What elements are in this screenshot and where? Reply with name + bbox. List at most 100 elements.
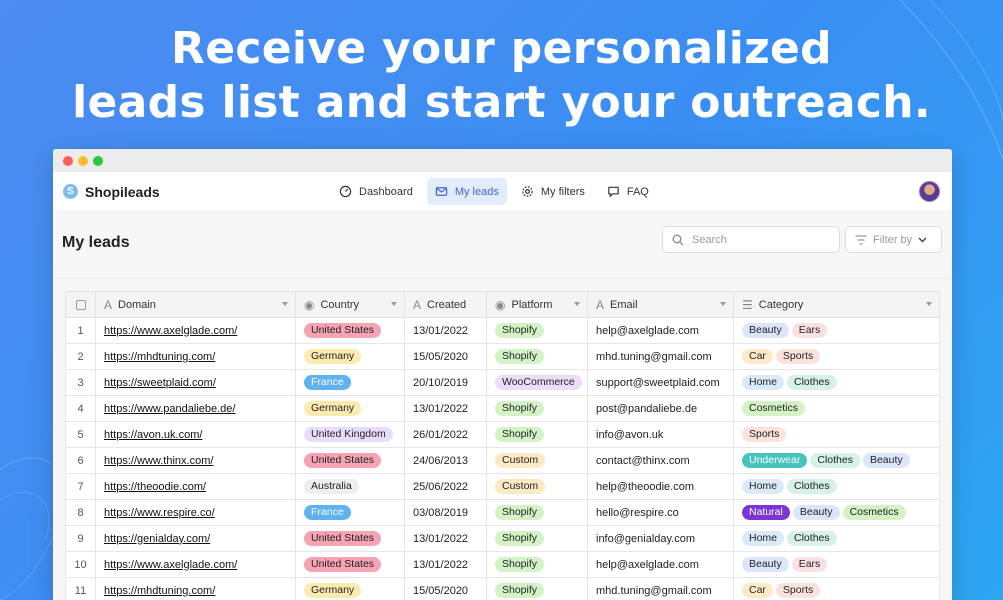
close-window-button[interactable] [63,155,73,166]
caret-down-icon[interactable] [282,302,288,306]
table-row[interactable]: 10 https://www.axelglade.com/United State… [65,551,940,578]
tag: Germany [304,349,362,364]
tag: Ears [791,323,828,338]
domain-link[interactable]: https://www.thinx.com/ [104,455,213,467]
tag: Clothes [810,453,860,468]
row-number: 4 [65,395,96,422]
tag: Clothes [787,479,837,494]
domain-link[interactable]: https://genialday.com/ [104,533,210,545]
page-header: My leads Search Filter by [53,212,952,279]
table-row[interactable]: 7 https://theoodie.com/Australia 25/06/202… [65,473,940,500]
domain-cell: https://avon.uk.com/ [95,421,296,448]
nav-item-dashboard[interactable]: Dashboard [331,178,421,205]
platform-cell: Custom [486,473,588,500]
created-cell: 24/06/2013 [404,447,487,474]
table-row[interactable]: 2 https://mhdtuning.com/Germany 15/05/2020… [65,343,940,370]
select-all-checkbox[interactable] [75,299,86,310]
tag: Clothes [787,375,837,390]
category-cell: Car Sports [733,577,940,600]
caret-down-icon[interactable] [926,302,932,306]
row-number: 3 [65,369,96,396]
top-navbar: S Shopileads Dashboard My leads My filte… [53,172,952,212]
search-input[interactable]: Search [662,226,840,253]
table-row[interactable]: 9 https://genialday.com/United States 13/0… [65,525,940,552]
tag: Beauty [742,323,789,338]
country-cell: France [295,499,405,526]
user-avatar[interactable] [919,181,940,202]
nav-item-faq[interactable]: FAQ [599,178,657,205]
nav-item-my-filters[interactable]: My filters [513,178,593,205]
domain-cell: https://www.pandaliebe.de/ [95,395,296,422]
chat-icon [608,186,619,198]
column-header-email[interactable]: A Email [587,291,734,318]
select-all-header[interactable] [65,291,96,318]
category-cell: Underwear Clothes Beauty [733,447,940,474]
category-cell: Home Clothes [733,473,940,500]
row-number: 8 [65,499,96,526]
tag: Car [742,583,773,598]
tag: Custom [495,479,546,494]
caret-down-icon[interactable] [720,302,726,306]
category-cell: Sports [733,421,940,448]
nav-item-my-leads[interactable]: My leads [426,178,507,205]
brand-name: Shopileads [85,183,160,200]
row-number: 5 [65,421,96,448]
column-header-created[interactable]: A Created [404,291,487,318]
multi-select-field-icon: ☰ [742,297,753,312]
table-row[interactable]: 6 https://www.thinx.com/United States 24/0… [65,447,940,474]
domain-link[interactable]: https://www.axelglade.com/ [104,325,237,337]
domain-link[interactable]: https://www.respire.co/ [104,507,215,519]
domain-link[interactable]: https://sweetplaid.com/ [104,377,216,389]
domain-cell: https://theoodie.com/ [95,473,296,500]
country-cell: United States [295,525,405,552]
column-header-domain[interactable]: A Domain [95,291,296,318]
table-row[interactable]: 8 https://www.respire.co/France 03/08/2019… [65,499,940,526]
platform-cell: Shopify [486,395,588,422]
category-cell: Beauty Ears [733,317,940,344]
column-header-country[interactable]: ◉ Country [295,291,405,318]
tag: Sports [775,349,821,364]
tag: Home [742,479,785,494]
tag: Home [742,375,785,390]
domain-cell: https://www.axelglade.com/ [95,317,296,344]
tag: Sports [742,427,787,442]
domain-link[interactable]: https://mhdtuning.com/ [104,351,215,363]
platform-cell: Shopify [486,525,588,552]
domain-link[interactable]: https://avon.uk.com/ [104,429,202,441]
caret-down-icon[interactable] [391,302,397,306]
tag: Germany [304,583,362,598]
chevron-down-icon [918,237,927,242]
minimize-window-button[interactable] [78,155,88,166]
leads-table: A Domain ◉ Country A Created ◉ Platform A Ema… [65,291,940,600]
filter-icon [855,234,867,245]
created-cell: 13/01/2022 [404,551,487,578]
domain-link[interactable]: https://theoodie.com/ [104,481,206,493]
table-row[interactable]: 4 https://www.pandaliebe.de/Germany 13/01/… [65,395,940,422]
filter-label: Filter by [873,233,913,246]
created-cell: 13/01/2022 [404,317,487,344]
brand[interactable]: S Shopileads [63,184,160,200]
maximize-window-button[interactable] [93,155,103,166]
tag: Shopify [495,583,545,598]
column-header-platform[interactable]: ◉ Platform [486,291,588,318]
country-cell: Germany [295,343,405,370]
domain-link[interactable]: https://www.axelglade.com/ [104,559,237,571]
platform-cell: Shopify [486,499,588,526]
caret-down-icon[interactable] [574,302,580,306]
row-number: 7 [65,473,96,500]
brand-logo-icon: S [63,184,78,199]
table-row[interactable]: 3 https://sweetplaid.com/France 20/10/2019… [65,369,940,396]
domain-link[interactable]: https://www.pandaliebe.de/ [104,403,235,415]
column-header-category[interactable]: ☰ Category [733,291,940,318]
table-row[interactable]: 1 https://www.axelglade.com/United States… [65,317,940,344]
tag: Natural [742,505,790,520]
domain-link[interactable]: https://mhdtuning.com/ [104,585,215,597]
row-number: 9 [65,525,96,552]
filter-by-dropdown[interactable]: Filter by [845,226,942,253]
table-row[interactable]: 5 https://avon.uk.com/United Kingdom 26/01… [65,421,940,448]
table-row[interactable]: 11 https://mhdtuning.com/Germany 15/05/202… [65,577,940,600]
tag: WooCommerce [495,375,582,390]
tag: United States [304,323,382,338]
table-header-row: A Domain ◉ Country A Created ◉ Platform A Ema… [65,291,940,318]
created-cell: 03/08/2019 [404,499,487,526]
